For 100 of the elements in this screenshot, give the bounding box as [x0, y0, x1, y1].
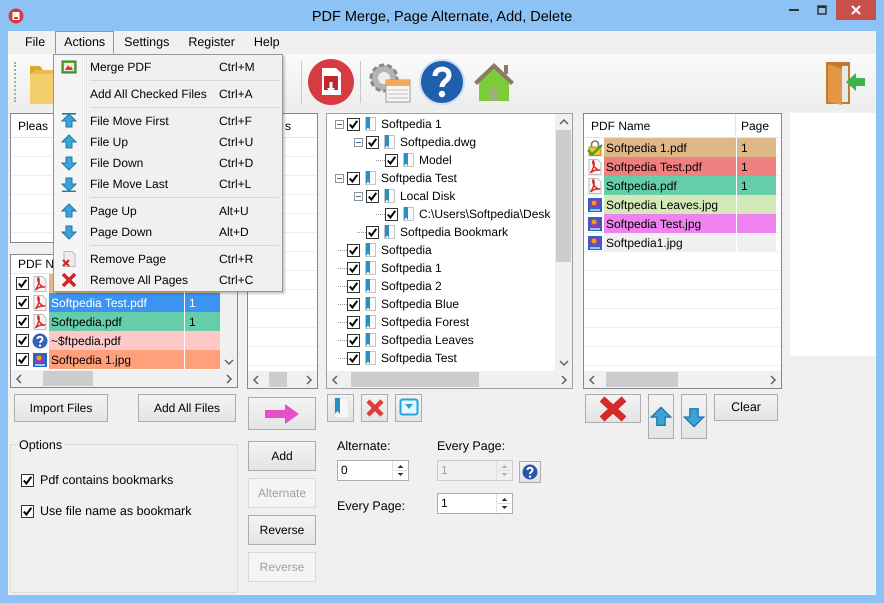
bookmark-button[interactable]: [327, 394, 354, 422]
checkbox[interactable]: [347, 244, 360, 256]
help-icon[interactable]: [418, 58, 466, 106]
checkbox[interactable]: [16, 296, 29, 309]
menu-entry[interactable]: Add All Checked Files Ctrl+A: [55, 83, 281, 104]
checkbox[interactable]: [347, 280, 360, 292]
page-cell: 1: [736, 157, 776, 176]
checkbox[interactable]: [366, 136, 379, 148]
column-header[interactable]: Pleas: [18, 116, 48, 134]
tree-item[interactable]: Softpedia: [381, 241, 432, 259]
move-down-button[interactable]: [681, 394, 707, 439]
tree-item[interactable]: Softpedia 1: [381, 115, 442, 133]
tree-item[interactable]: Softpedia 1: [381, 259, 442, 277]
expand-toggle[interactable]: [335, 174, 344, 182]
checkbox[interactable]: [347, 118, 360, 130]
pdf-download-icon[interactable]: [307, 58, 355, 106]
vertical-scrollbar[interactable]: [555, 114, 572, 371]
expand-toggle[interactable]: [354, 192, 363, 200]
expand-toggle[interactable]: [354, 138, 363, 146]
checkbox[interactable]: [347, 172, 360, 184]
delete-button[interactable]: [361, 394, 388, 422]
close-button[interactable]: [836, 0, 876, 20]
output-row[interactable]: Softpedia Test.pdf: [604, 157, 736, 176]
import-files-button[interactable]: Import Files: [14, 394, 108, 422]
number-input[interactable]: 1: [438, 494, 496, 513]
number-input[interactable]: 0: [338, 460, 392, 480]
checkbox[interactable]: [385, 154, 398, 166]
checkbox[interactable]: [347, 334, 360, 346]
menu-entry[interactable]: File Move First Ctrl+F: [55, 110, 281, 131]
shortcut-label: Ctrl+U: [219, 134, 254, 150]
checkbox-label[interactable]: Use file name as bookmark: [40, 502, 192, 520]
move-up-button[interactable]: [648, 394, 674, 439]
tree-item[interactable]: Softpedia Test: [381, 349, 457, 367]
action-button[interactable]: Reverse: [248, 515, 316, 545]
menu-entry[interactable]: Remove Page Ctrl+R: [55, 248, 281, 269]
output-row[interactable]: Softpedia Leaves.jpg: [604, 195, 736, 214]
tree-item[interactable]: Softpedia.dwg: [400, 133, 476, 151]
output-row[interactable]: Softpedia1.jpg: [604, 233, 736, 252]
checkbox[interactable]: [385, 208, 398, 220]
checkbox[interactable]: [21, 474, 34, 486]
add-all-files-button[interactable]: Add All Files: [138, 394, 236, 422]
menu-item[interactable]: Help: [244, 31, 289, 54]
checkbox[interactable]: [347, 352, 360, 364]
checkbox[interactable]: [16, 353, 29, 366]
clear-button[interactable]: Clear: [714, 394, 778, 421]
horizontal-scrollbar[interactable]: [248, 371, 317, 388]
file-row[interactable]: ~$ftpedia.pdf: [49, 331, 184, 350]
help-button[interactable]: [519, 460, 541, 483]
menu-entry[interactable]: File Down Ctrl+D: [55, 152, 281, 173]
menu-entry[interactable]: Page Up Alt+U: [55, 200, 281, 221]
file-row[interactable]: Softpedia.pdf: [49, 312, 184, 331]
arrow-button[interactable]: [248, 397, 316, 430]
checkbox[interactable]: [347, 262, 360, 274]
horizontal-scrollbar[interactable]: [327, 371, 572, 388]
checkbox[interactable]: [347, 298, 360, 310]
column-header[interactable]: s: [285, 116, 291, 134]
checkbox[interactable]: [16, 334, 29, 347]
tree-item[interactable]: Local Disk: [400, 187, 456, 205]
output-row[interactable]: Softpedia 1.pdf: [604, 138, 736, 157]
column-header[interactable]: Page: [736, 116, 770, 134]
horizontal-scrollbar[interactable]: [11, 370, 237, 387]
checkbox[interactable]: [347, 316, 360, 328]
tree-item[interactable]: Softpedia Test: [381, 169, 457, 187]
image-file-icon: [32, 352, 48, 368]
tree-item[interactable]: Softpedia 2: [381, 277, 442, 295]
menu-entry-label: File Move Last: [89, 176, 170, 192]
spin-box[interactable]: 1: [437, 492, 513, 514]
bookmark-icon: [362, 278, 378, 294]
menu-item[interactable]: File: [16, 31, 54, 54]
checkbox[interactable]: [16, 277, 29, 290]
page-cell: 1: [736, 176, 776, 195]
up-arrow-icon: [61, 202, 77, 218]
output-row[interactable]: Softpedia.pdf: [604, 176, 736, 195]
output-row[interactable]: Softpedia Test.jpg: [604, 214, 736, 233]
menu-item[interactable]: Settings: [115, 31, 178, 54]
tree-item[interactable]: Softpedia Forest: [381, 313, 470, 331]
menu-entry[interactable]: File Move Last Ctrl+L: [55, 173, 281, 194]
menu-entry[interactable]: Merge PDF Ctrl+M: [55, 56, 281, 77]
tree-item[interactable]: Softpedia Blue: [381, 295, 460, 313]
column-header[interactable]: PDF N: [18, 255, 54, 273]
horizontal-scrollbar[interactable]: [584, 371, 781, 388]
tree-item[interactable]: Softpedia Bookmark: [400, 223, 508, 241]
checkbox-label[interactable]: Pdf contains bookmarks: [40, 470, 174, 490]
checkbox[interactable]: [366, 226, 379, 238]
expand-toggle[interactable]: [335, 120, 344, 128]
action-button[interactable]: Add: [248, 441, 316, 471]
checkbox[interactable]: [16, 315, 29, 328]
menu-entry[interactable]: Page Down Alt+D: [55, 221, 281, 242]
checkbox[interactable]: [21, 504, 34, 518]
tree-item[interactable]: Softpedia Leaves: [381, 331, 474, 349]
menu-item[interactable]: Register: [179, 31, 244, 54]
menu-entry[interactable]: Remove All Pages Ctrl+C: [55, 269, 281, 290]
file-row[interactable]: Softpedia 1.jpg: [49, 350, 184, 369]
tree-item[interactable]: Model: [419, 151, 452, 169]
checkbox[interactable]: [366, 190, 379, 202]
tree-item[interactable]: C:\Users\Softpedia\Desk: [419, 205, 550, 223]
menu-entry[interactable]: File Up Ctrl+U: [55, 131, 281, 152]
delete-button[interactable]: [585, 394, 641, 423]
spin-box[interactable]: 0: [337, 460, 409, 481]
menu-item[interactable]: Actions: [55, 31, 114, 54]
